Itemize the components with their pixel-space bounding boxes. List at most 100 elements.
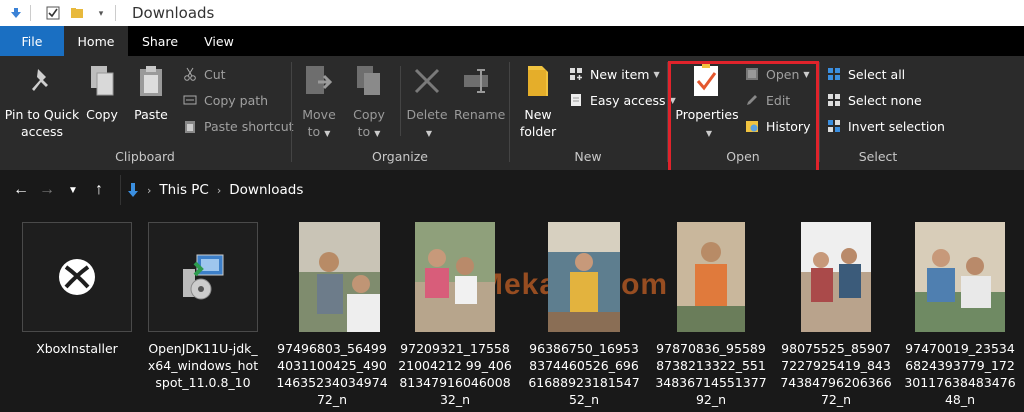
select-group: Select all Select none Invert selection … <box>820 56 945 170</box>
file-item[interactable]: OpenJDK11U-jdk_x64_windows_hotspot_11.0.… <box>143 222 263 391</box>
new-group: New folder New item ▼ Easy access ▼ New <box>510 56 676 170</box>
paste-shortcut-icon <box>182 118 198 134</box>
breadcrumb-chevron-icon[interactable]: › <box>147 184 151 197</box>
file-name: 98075525_859077227925419_843743847962063… <box>780 341 892 407</box>
address-bar: ← → ▼ ↑ › This PC › Downloads <box>0 170 1024 210</box>
tab-file[interactable]: File <box>0 26 64 56</box>
easy-access-label: Easy access <box>590 92 666 108</box>
easy-access-icon <box>568 92 584 108</box>
select-none-button[interactable]: Select none <box>826 92 922 108</box>
file-item[interactable]: 97496803_564994031100425_490146352340349… <box>272 222 392 408</box>
file-name: OpenJDK11U-jdk_x64_windows_hotspot_11.0.… <box>147 341 259 390</box>
copy-to-caret-icon: ▼ <box>374 129 381 138</box>
paste-shortcut-label: Paste shortcut <box>204 118 294 134</box>
file-name: 97870836_955898738213322_551348367145513… <box>655 341 767 407</box>
rename-icon <box>460 62 494 100</box>
cut-label: Cut <box>204 66 226 82</box>
file-name: XboxInstaller <box>36 341 118 356</box>
copy-label: Copy <box>86 107 118 122</box>
organize-group: Move to ▼ Copy to ▼ Delete ▼ Rename Organi… <box>292 56 508 170</box>
easy-access-button[interactable]: Easy access ▼ <box>568 92 676 108</box>
delete-label: Delete <box>406 107 448 122</box>
recent-locations-chevron-icon[interactable]: ▼ <box>60 177 86 203</box>
properties-check-icon[interactable] <box>45 5 61 21</box>
copy-to-label-2: to <box>357 124 371 139</box>
delete-button[interactable]: Delete ▼ <box>406 62 448 142</box>
new-folder-button[interactable]: New folder <box>516 62 560 140</box>
select-group-label: Select <box>858 149 898 164</box>
photo-thumbnail <box>277 222 387 332</box>
delete-caret-icon: ▼ <box>425 129 433 138</box>
installer-icon <box>148 222 258 332</box>
file-item[interactable]: 97209321_1755821004212 99_40681347916046… <box>395 222 515 408</box>
copy-button[interactable]: Copy <box>82 62 122 123</box>
invert-selection-label: Invert selection <box>848 118 945 134</box>
copy-to-button[interactable]: Copy to ▼ <box>348 62 390 142</box>
ribbon-tabs: File Home Share View <box>0 26 1024 56</box>
new-folder-quick-icon[interactable] <box>69 5 85 21</box>
select-all-button[interactable]: Select all <box>826 66 905 82</box>
photo-thumbnail <box>400 222 510 332</box>
back-arrow-icon[interactable]: ← <box>8 177 34 203</box>
ribbon: Pin to Quick access Copy Paste Cut Copy … <box>0 56 1024 170</box>
app-arrow-icon[interactable] <box>8 5 24 21</box>
cut-button[interactable]: Cut <box>182 66 226 82</box>
quick-access-dropdown-icon[interactable]: ▾ <box>93 5 109 21</box>
organize-separator <box>400 66 401 136</box>
paste-shortcut-button[interactable]: Paste shortcut <box>182 118 294 134</box>
breadcrumb[interactable]: › This PC › Downloads <box>120 175 1024 205</box>
tab-home[interactable]: Home <box>64 26 128 56</box>
quick-access-separator <box>30 5 31 21</box>
move-to-button[interactable]: Move to ▼ <box>298 62 340 142</box>
paste-button[interactable]: Paste <box>131 62 171 123</box>
file-name: 97470019_235346824393779_172301176384834… <box>904 341 1016 407</box>
file-name: 97209321_1755821004212 99_40681347916046… <box>398 341 512 407</box>
paste-icon <box>134 62 168 100</box>
window-title: Downloads <box>132 4 215 22</box>
move-to-icon <box>302 62 336 100</box>
file-item[interactable]: 97870836_955898738213322_551348367145513… <box>651 222 771 408</box>
copy-icon <box>85 62 119 100</box>
copy-path-button[interactable]: Copy path <box>182 92 268 108</box>
select-all-icon <box>826 66 842 82</box>
file-item[interactable]: 96386750_169538374460526_696616889231815… <box>524 222 644 408</box>
select-none-label: Select none <box>848 92 922 108</box>
forward-arrow-icon[interactable]: → <box>34 177 60 203</box>
new-folder-label-1: New <box>524 107 552 122</box>
photo-thumbnail <box>656 222 766 332</box>
select-none-icon <box>826 92 842 108</box>
title-bar: ▾ Downloads <box>0 0 1024 26</box>
paste-label: Paste <box>134 107 168 122</box>
rename-button[interactable]: Rename <box>454 62 506 123</box>
pin-to-quick-access-button[interactable]: Pin to Quick access <box>4 62 80 140</box>
tab-view[interactable]: View <box>192 26 246 56</box>
breadcrumb-downloads[interactable]: Downloads <box>229 182 303 198</box>
downloads-arrow-icon <box>127 182 139 198</box>
clipboard-group-label: Clipboard <box>115 149 175 164</box>
photo-thumbnail <box>529 222 639 332</box>
invert-selection-button[interactable]: Invert selection <box>826 118 945 134</box>
file-item[interactable]: 97470019_235346824393779_172301176384834… <box>900 222 1020 408</box>
breadcrumb-this-pc[interactable]: This PC <box>159 182 208 198</box>
copy-to-icon <box>352 62 386 100</box>
folder-icon <box>521 62 555 100</box>
select-all-label: Select all <box>848 66 906 82</box>
rename-label: Rename <box>454 107 506 122</box>
new-item-button[interactable]: New item ▼ <box>568 66 660 82</box>
copy-path-label: Copy path <box>204 92 269 108</box>
invert-selection-icon <box>826 118 842 134</box>
breadcrumb-chevron-icon[interactable]: › <box>217 184 221 197</box>
file-item[interactable]: XboxInstaller <box>17 222 137 357</box>
file-item[interactable]: 98075525_859077227925419_843743847962063… <box>776 222 896 408</box>
highlight-box <box>668 61 819 178</box>
new-item-icon <box>568 66 584 82</box>
tab-share[interactable]: Share <box>128 26 192 56</box>
new-item-label: New item <box>590 66 650 82</box>
new-group-label: New <box>574 149 602 164</box>
file-list: Mekan0.com XboxInstaller OpenJDK11U-jdk_… <box>0 210 1024 412</box>
xbox-icon <box>22 222 132 332</box>
up-arrow-icon[interactable]: ↑ <box>86 177 112 203</box>
new-folder-label-2: folder <box>519 124 557 139</box>
file-name: 97496803_564994031100425_490146352340349… <box>276 341 388 407</box>
move-to-label-1: Move <box>302 107 336 122</box>
